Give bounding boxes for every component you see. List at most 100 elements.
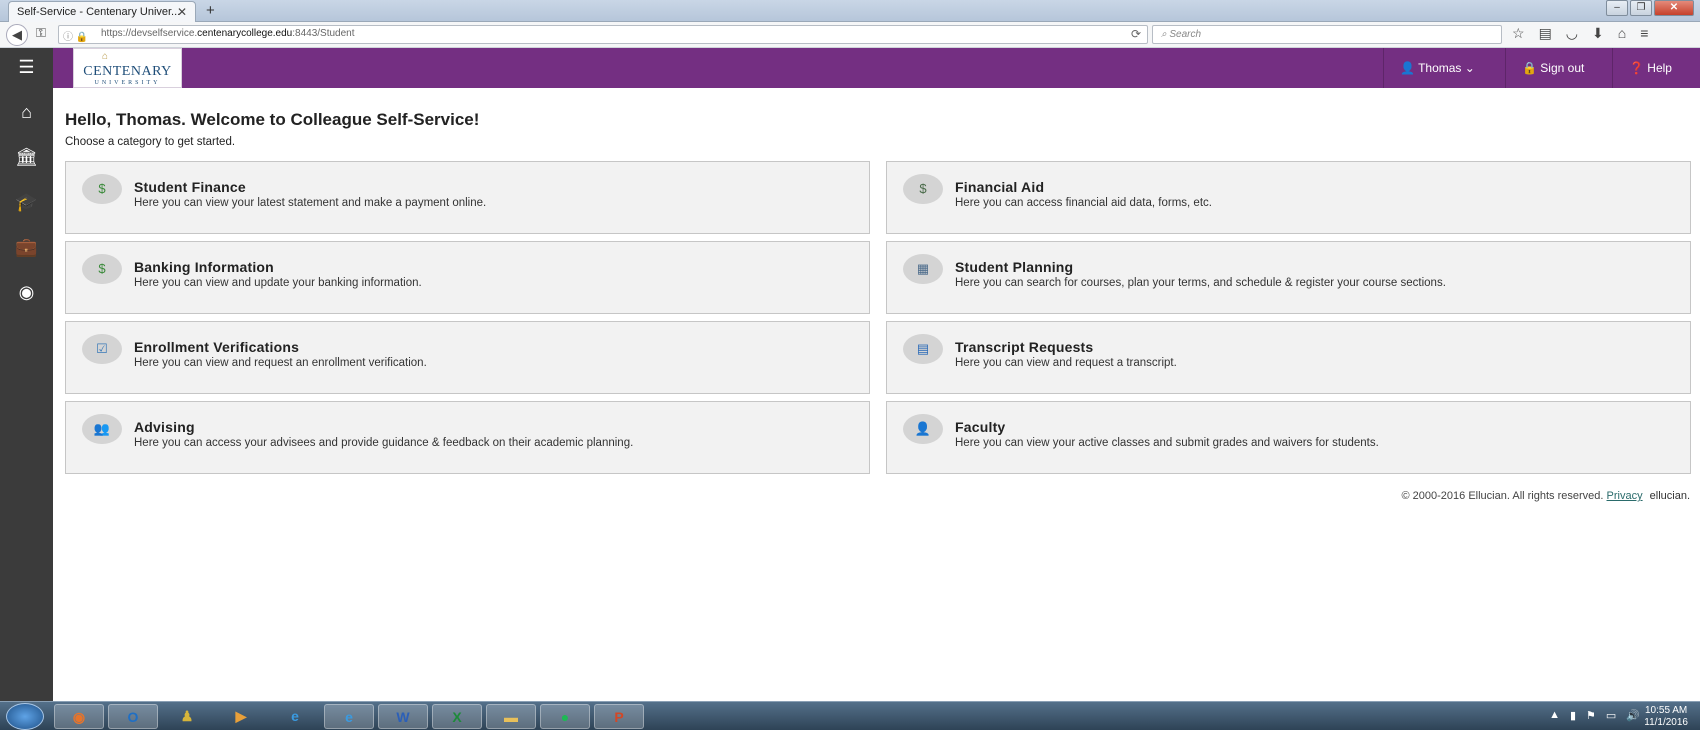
- minimize-button[interactable]: –: [1606, 0, 1628, 16]
- file-explorer-taskbar-icon[interactable]: ▬: [486, 704, 536, 729]
- help-icon: ❓: [1629, 61, 1644, 75]
- briefcase-icon[interactable]: 💼: [0, 232, 53, 262]
- help-label: Help: [1647, 61, 1672, 75]
- logo-sub-text: UNIVERSITY: [94, 80, 161, 86]
- card-title[interactable]: Student Planning: [955, 259, 1073, 275]
- new-tab-button[interactable]: +: [206, 2, 215, 19]
- site-header: ⌂ CENTENARY UNIVERSITY 👤 Thomas ⌄ 🔒 Sign…: [53, 48, 1700, 88]
- clock-time: 10:55 AM: [1644, 705, 1688, 716]
- card-title[interactable]: Banking Information: [134, 259, 274, 275]
- maximize-button[interactable]: ❐: [1630, 0, 1652, 16]
- pocket-icon[interactable]: ◡: [1566, 25, 1578, 42]
- bank-icon[interactable]: 🏛: [0, 142, 53, 172]
- card-title[interactable]: Transcript Requests: [955, 339, 1093, 355]
- category-card-enrollment-verifications[interactable]: ☑ Enrollment Verifications Here you can vi…: [65, 321, 870, 394]
- outlook-taskbar-icon[interactable]: O: [108, 704, 158, 729]
- browser-nav-bar: ◀ ⚿ ⓘ 🔒 https://devselfservice.centenary…: [0, 22, 1700, 48]
- key-icon[interactable]: ⚿: [36, 25, 46, 41]
- browser-tab-bar: Self-Service - Centenary Univer... ✕ + –…: [0, 0, 1700, 22]
- reload-icon[interactable]: ⟳: [1131, 27, 1141, 41]
- card-description: Here you can view and request a transcri…: [955, 357, 1177, 369]
- user-icon: 👤: [1400, 61, 1415, 75]
- start-button[interactable]: [6, 703, 44, 730]
- lock-icon: 🔒: [1522, 61, 1537, 75]
- money-icon: $: [82, 254, 122, 284]
- user-name: Thomas: [1418, 61, 1462, 75]
- chevron-down-icon: ⌄: [1464, 61, 1475, 75]
- card-description: Here you can access financial aid data, …: [955, 197, 1212, 209]
- graduation-cap-icon[interactable]: 🎓: [0, 187, 53, 217]
- flag-icon[interactable]: ⚑: [1586, 709, 1596, 722]
- lock-icon: ⓘ 🔒: [63, 32, 89, 43]
- clock-date: 11/1/2016: [1644, 717, 1688, 728]
- clock[interactable]: 10:55 AM 11/1/2016: [1644, 705, 1688, 729]
- privacy-link[interactable]: Privacy: [1607, 490, 1643, 502]
- hamburger-menu-icon[interactable]: ☰: [0, 52, 53, 82]
- powerpoint-taskbar-icon[interactable]: P: [594, 704, 644, 729]
- card-description: Here you can view and request an enrollm…: [134, 357, 427, 369]
- home-icon[interactable]: ⌂: [0, 97, 53, 127]
- card-title[interactable]: Enrollment Verifications: [134, 339, 299, 355]
- system-tray: ▲ ▮ ⚑ ▭ 🔊: [1549, 709, 1640, 722]
- category-card-student-finance[interactable]: $ Student Finance Here you can view your l…: [65, 161, 870, 234]
- url-text: https://devselfservice.centenarycollege.…: [101, 28, 355, 39]
- ie-active-taskbar-icon[interactable]: e: [324, 704, 374, 729]
- sign-out-button[interactable]: 🔒 Sign out: [1505, 48, 1612, 88]
- reading-list-icon[interactable]: ▤: [1539, 25, 1552, 42]
- word-taskbar-icon[interactable]: W: [378, 704, 428, 729]
- window-controls: – ❐ ✕: [1606, 0, 1694, 16]
- firefox-taskbar-icon[interactable]: ◉: [54, 704, 104, 729]
- close-tab-icon[interactable]: ✕: [177, 5, 187, 19]
- excel-taskbar-icon[interactable]: X: [432, 704, 482, 729]
- address-bar[interactable]: ⓘ 🔒 https://devselfservice.centenarycoll…: [58, 25, 1148, 44]
- user-circle-icon[interactable]: ◉: [0, 277, 53, 307]
- volume-icon[interactable]: 🔊: [1626, 709, 1640, 722]
- media-player-taskbar-icon[interactable]: ▶: [216, 704, 266, 729]
- card-description: Here you can search for courses, plan yo…: [955, 277, 1446, 289]
- category-card-financial-aid[interactable]: $ Financial Aid Here you can access financ…: [886, 161, 1691, 234]
- footer: © 2000-2016 Ellucian. All rights reserve…: [1402, 490, 1690, 502]
- logo-arch-icon: ⌂: [102, 51, 109, 62]
- home-icon[interactable]: ⌂: [1618, 25, 1626, 42]
- category-card-student-planning[interactable]: ▦ Student Planning Here you can search for…: [886, 241, 1691, 314]
- card-description: Here you can view your active classes an…: [955, 437, 1379, 449]
- help-button[interactable]: ❓ Help: [1612, 48, 1700, 88]
- card-title[interactable]: Financial Aid: [955, 179, 1044, 195]
- browser-toolbar: ☆ ▤ ◡ ⬇ ⌂ ≡: [1512, 25, 1648, 42]
- app-taskbar-icon[interactable]: ♟: [162, 704, 212, 729]
- faculty-icon: 👤: [903, 414, 943, 444]
- card-description: Here you can view your latest statement …: [134, 197, 487, 209]
- card-description: Here you can view and update your bankin…: [134, 277, 422, 289]
- page-title: Hello, Thomas. Welcome to Colleague Self…: [65, 110, 480, 129]
- logo-main-text: CENTENARY: [83, 64, 172, 79]
- document-dollar-icon: $: [903, 174, 943, 204]
- calendar-icon: ▦: [903, 254, 943, 284]
- download-icon[interactable]: ⬇: [1592, 25, 1604, 42]
- browser-tab[interactable]: Self-Service - Centenary Univer... ✕: [8, 1, 196, 22]
- transcript-icon: ▤: [903, 334, 943, 364]
- category-card-advising[interactable]: 👥 Advising Here you can access your advise…: [65, 401, 870, 474]
- internet-explorer-taskbar-icon[interactable]: e: [270, 704, 320, 729]
- spotify-taskbar-icon[interactable]: ●: [540, 704, 590, 729]
- page-subtitle: Choose a category to get started.: [65, 136, 236, 148]
- browser-search-input[interactable]: ⌕ Search: [1152, 25, 1502, 44]
- category-card-transcript-requests[interactable]: ▤ Transcript Requests Here you can view an…: [886, 321, 1691, 394]
- tab-title: Self-Service - Centenary Univer...: [17, 6, 181, 18]
- card-title[interactable]: Advising: [134, 419, 195, 435]
- signal-icon[interactable]: ▮: [1570, 709, 1576, 722]
- bookmark-star-icon[interactable]: ☆: [1512, 25, 1525, 42]
- battery-icon[interactable]: ▭: [1606, 709, 1616, 722]
- card-title[interactable]: Student Finance: [134, 179, 246, 195]
- category-card-faculty[interactable]: 👤 Faculty Here you can view your active cl…: [886, 401, 1691, 474]
- card-title[interactable]: Faculty: [955, 419, 1005, 435]
- back-arrow-icon[interactable]: ◀: [6, 24, 28, 46]
- close-window-button[interactable]: ✕: [1654, 0, 1694, 16]
- user-menu-button[interactable]: 👤 Thomas ⌄: [1383, 48, 1505, 88]
- category-card-banking-information[interactable]: $ Banking Information Here you can view an…: [65, 241, 870, 314]
- menu-icon[interactable]: ≡: [1640, 25, 1648, 42]
- left-sidebar: ☰ ⌂ 🏛 🎓 💼 ◉: [0, 48, 53, 701]
- tray-expand-icon[interactable]: ▲: [1549, 709, 1560, 722]
- main-content: Hello, Thomas. Welcome to Colleague Self…: [65, 110, 1690, 148]
- ellucian-brand: ellucian.: [1649, 490, 1690, 502]
- centenary-logo[interactable]: ⌂ CENTENARY UNIVERSITY: [73, 48, 182, 88]
